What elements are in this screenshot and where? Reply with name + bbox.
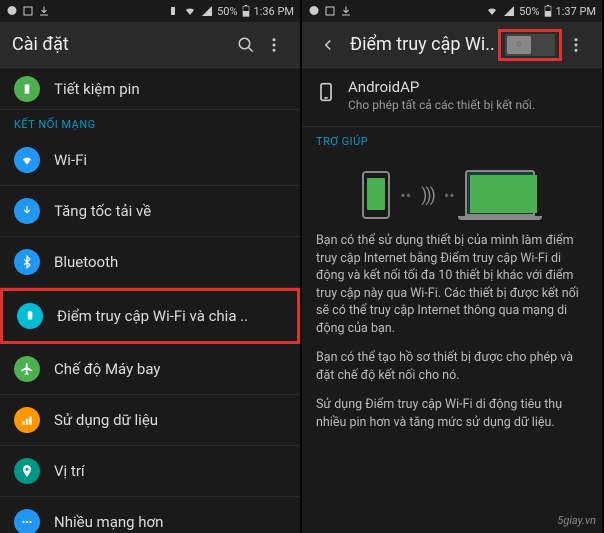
item-label: Điểm truy cập Wi-Fi và chia ..: [57, 307, 248, 325]
battery-pct: 50%: [519, 5, 539, 18]
help-text-1: Bạn có thể sử dụng thiết bị của mình làm…: [302, 232, 602, 349]
wifi-icon: [14, 147, 40, 173]
dots-icon: ••: [444, 186, 455, 205]
messenger-icon: [308, 5, 320, 17]
more-networks-icon: [14, 509, 40, 533]
item-label: Vị trí: [54, 462, 85, 480]
list-item-battery[interactable]: Tiết kiệm pin: [0, 68, 300, 110]
airplane-icon: [14, 356, 40, 382]
help-text-3: Sử dụng Điểm truy cập Wi-Fi di động tiêu…: [302, 396, 602, 443]
list-item-airplane[interactable]: Chế độ Máy bay: [0, 344, 300, 395]
download-icon: [38, 5, 50, 17]
header: Cài đặt: [0, 22, 300, 68]
phone-illustration: [362, 171, 390, 219]
more-icon: [265, 36, 283, 54]
item-label: Nhiều mạng hơn: [54, 513, 163, 531]
search-button[interactable]: [232, 36, 260, 54]
help-diagram: •• ))) ••: [302, 152, 602, 232]
watermark: 5giay.vn: [557, 514, 596, 527]
settings-list: Tiết kiệm pin KẾT NỐI MẠNG Wi-Fi Tăng tố…: [0, 68, 300, 533]
back-icon: [319, 36, 337, 54]
list-item-more-networks[interactable]: Nhiều mạng hơn: [0, 497, 300, 533]
list-item-location[interactable]: Vị trí: [0, 446, 300, 497]
back-button[interactable]: [314, 36, 342, 54]
wifi-status-icon: [183, 5, 197, 17]
status-bar: 50% 1:37 PM: [302, 0, 602, 22]
hotspot-content: AndroidAP Cho phép tất cả các thiết bị k…: [302, 68, 602, 533]
menu-button[interactable]: [260, 36, 288, 54]
signal-icon: [503, 5, 515, 17]
ap-desc: Cho phép tất cả các thiết bị kết nối.: [348, 98, 588, 112]
list-item-download-boost[interactable]: Tăng tốc tải về: [0, 186, 300, 237]
item-label: Tăng tốc tải về: [54, 202, 151, 220]
hotspot-screen: 50% 1:37 PM Điểm truy cập Wi.. ○ Android…: [302, 0, 602, 533]
vibrate-icon: [167, 5, 179, 17]
screenshot-icon: [22, 5, 34, 17]
list-item-data-usage[interactable]: Sử dụng dữ liệu: [0, 395, 300, 446]
bluetooth-icon: [14, 249, 40, 275]
help-text-2: Bạn có thể tạo hồ sơ thiết bị được cho p…: [302, 349, 602, 396]
item-label: Wi-Fi: [54, 151, 87, 169]
list-item-bluetooth[interactable]: Bluetooth: [0, 237, 300, 288]
page-title: Cài đặt: [12, 34, 232, 55]
download-icon: [340, 5, 352, 17]
clock: 1:37 PM: [556, 5, 596, 18]
data-usage-icon: [14, 407, 40, 433]
list-item-hotspot[interactable]: Điểm truy cập Wi-Fi và chia ..: [0, 288, 300, 344]
header: Điểm truy cập Wi.. ○: [302, 22, 602, 68]
section-network: KẾT NỐI MẠNG: [0, 110, 300, 135]
toggle-highlight: ○: [498, 29, 562, 61]
battery-icon: [544, 5, 552, 17]
clock: 1:36 PM: [254, 5, 294, 18]
battery-saver-icon: [14, 76, 40, 102]
item-label: Chế độ Máy bay: [54, 360, 160, 378]
signal-icon: [201, 5, 213, 17]
item-label: Tiết kiệm pin: [54, 80, 140, 98]
signal-waves-icon: ))): [421, 185, 434, 206]
location-icon: [14, 458, 40, 484]
battery-icon: [242, 5, 250, 17]
hotspot-icon: [17, 303, 43, 329]
settings-screen: 50% 1:36 PM Cài đặt Tiết kiệm pin KẾT NỐ…: [0, 0, 300, 533]
wifi-status-icon: [485, 5, 499, 17]
status-bar: 50% 1:36 PM: [0, 0, 300, 22]
messenger-icon: [6, 5, 18, 17]
menu-button[interactable]: [562, 36, 590, 54]
item-label: Sử dụng dữ liệu: [54, 411, 158, 429]
laptop-illustration: [465, 170, 542, 220]
battery-pct: 50%: [217, 5, 237, 18]
ap-name: AndroidAP: [348, 78, 588, 96]
more-icon: [567, 36, 585, 54]
hotspot-toggle[interactable]: ○: [505, 34, 555, 56]
search-icon: [237, 36, 255, 54]
dots-icon: ••: [400, 186, 411, 205]
download-boost-icon: [14, 198, 40, 224]
screenshot-icon: [324, 5, 336, 17]
ap-row[interactable]: AndroidAP Cho phép tất cả các thiết bị k…: [302, 68, 602, 127]
toggle-handle: ○: [507, 36, 531, 54]
section-help: TRỢ GIÚP: [302, 127, 602, 152]
item-label: Bluetooth: [54, 253, 118, 271]
list-item-wifi[interactable]: Wi-Fi: [0, 135, 300, 186]
device-icon: [316, 78, 336, 106]
page-title: Điểm truy cập Wi..: [350, 34, 498, 55]
